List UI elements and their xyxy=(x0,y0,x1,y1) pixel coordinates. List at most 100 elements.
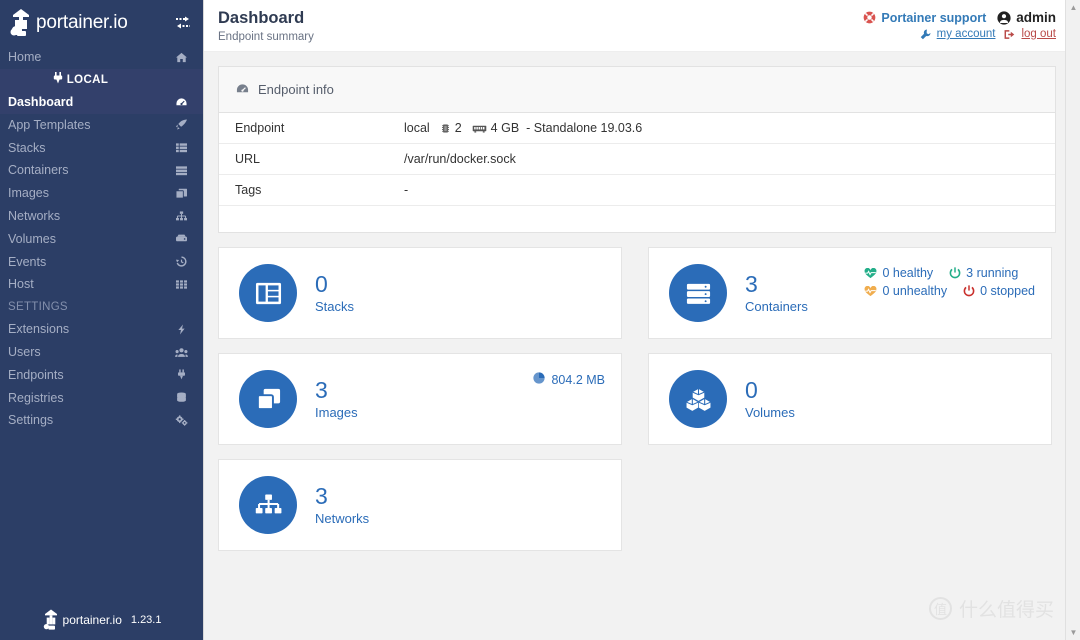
sidebar-item-label: Dashboard xyxy=(8,96,173,109)
card-stacks-count: 0 xyxy=(315,272,354,296)
content-area: Endpoint info Endpoint local xyxy=(204,52,1080,640)
card-volumes[interactable]: 0 Volumes xyxy=(648,353,1052,445)
card-images-text: 3 Images xyxy=(315,378,358,420)
portainer-logo-icon xyxy=(8,8,34,38)
heartbeat-icon xyxy=(864,268,877,279)
user-top-row: Portainer support admin xyxy=(863,10,1056,25)
sidebar-item-stacks[interactable]: Stacks xyxy=(0,136,203,159)
url-row-label: URL xyxy=(219,152,404,166)
sidebar-item-networks[interactable]: Networks xyxy=(0,205,203,228)
scroll-up-arrow-icon[interactable]: ▲ xyxy=(1066,0,1080,15)
status-healthy: 0 healthy xyxy=(864,266,933,280)
endpoint-info-panel: Endpoint info Endpoint local xyxy=(218,66,1056,233)
sidebar-section-settings: SETTINGS xyxy=(0,296,203,318)
endpoint-row: Endpoint local 2 xyxy=(219,113,1055,144)
tachometer-icon xyxy=(173,95,189,109)
plug-icon xyxy=(173,368,189,382)
sidebar-item-images[interactable]: Images xyxy=(0,182,203,205)
endpoint-version: - Standalone 19.03.6 xyxy=(526,121,642,135)
status-healthy-label: 0 healthy xyxy=(882,266,933,280)
sidebar-item-registries[interactable]: Registries xyxy=(0,386,203,409)
collapse-sidebar-icon[interactable] xyxy=(173,14,193,32)
card-stacks-label: Stacks xyxy=(315,299,354,314)
sidebar-item-endpoints[interactable]: Endpoints xyxy=(0,364,203,387)
endpoint-local-badge[interactable]: LOCAL xyxy=(0,69,203,91)
home-icon xyxy=(173,50,189,64)
container-status-group: 0 healthy 3 running xyxy=(864,248,1035,298)
images-icon xyxy=(239,370,297,428)
page-title: Dashboard xyxy=(218,8,314,29)
sidebar-item-label: Host xyxy=(8,278,173,291)
portainer-logo-icon xyxy=(42,609,60,631)
sidebar-item-label: Extensions xyxy=(8,323,173,336)
card-stacks[interactable]: 0 Stacks xyxy=(218,247,622,339)
sidebar-nav: Home LOCAL xyxy=(0,46,203,600)
heartbeat-icon xyxy=(864,286,877,297)
dashboard-cards: 0 Stacks xyxy=(218,247,1056,551)
page-scrollbar[interactable]: ▲ ▼ xyxy=(1065,0,1080,640)
card-volumes-text: 0 Volumes xyxy=(745,378,795,420)
bolt-icon xyxy=(173,322,189,336)
sidebar-item-label: Events xyxy=(8,256,173,269)
sidebar-item-home[interactable]: Home xyxy=(0,46,203,69)
images-total-size: 804.2 MB xyxy=(533,354,605,387)
th-icon xyxy=(173,278,189,292)
sidebar-item-settings[interactable]: Settings xyxy=(0,409,203,432)
sidebar-footer-brand: portainer.io xyxy=(63,613,122,627)
sidebar-item-label: Users xyxy=(8,346,173,359)
sidebar-item-label: Home xyxy=(8,51,173,64)
card-stacks-text: 0 Stacks xyxy=(315,272,354,314)
user-bottom-row: my account log out xyxy=(863,28,1056,40)
user-circle-icon xyxy=(997,11,1011,25)
endpoint-info-header: Endpoint info xyxy=(219,67,1055,113)
scroll-down-arrow-icon[interactable]: ▼ xyxy=(1066,625,1080,640)
status-running-label: 3 running xyxy=(966,266,1018,280)
page-heading-group: Dashboard Endpoint summary xyxy=(218,8,314,43)
sidebar-item-app-templates[interactable]: App Templates xyxy=(0,114,203,137)
sidebar-item-dashboard[interactable]: Dashboard xyxy=(0,91,203,114)
endpoint-cpu: 2 xyxy=(455,121,462,135)
sidebar-item-extensions[interactable]: Extensions xyxy=(0,318,203,341)
sidebar-item-host[interactable]: Host xyxy=(0,273,203,296)
sidebar-item-containers[interactable]: Containers xyxy=(0,159,203,182)
portainer-support-link[interactable]: Portainer support xyxy=(881,11,986,25)
card-networks[interactable]: 3 Networks xyxy=(218,459,622,551)
sidebar-item-users[interactable]: Users xyxy=(0,341,203,364)
sitemap-icon xyxy=(173,209,189,223)
panel-bottom-padding xyxy=(219,206,1055,232)
container-status-row: 0 healthy 3 running xyxy=(864,266,1035,280)
sidebar-footer-version: 1.23.1 xyxy=(131,614,162,626)
card-images-count: 3 xyxy=(315,378,358,402)
status-stopped-label: 0 stopped xyxy=(980,284,1035,298)
card-images[interactable]: 3 Images 804.2 MB xyxy=(218,353,622,445)
pie-chart-icon xyxy=(533,372,545,387)
card-containers[interactable]: 3 Containers xyxy=(648,247,1052,339)
users-icon xyxy=(173,345,189,359)
logout-link[interactable]: log out xyxy=(1021,28,1056,40)
brand-name: portainer.io xyxy=(36,12,173,34)
sidebar: portainer.io Home xyxy=(0,0,204,640)
sidebar-item-label: Stacks xyxy=(8,142,173,155)
sidebar-item-volumes[interactable]: Volumes xyxy=(0,228,203,251)
status-unhealthy-label: 0 unhealthy xyxy=(882,284,947,298)
sidebar-item-events[interactable]: Events xyxy=(0,250,203,273)
endpoint-memory: 4 GB xyxy=(491,121,520,135)
power-icon xyxy=(963,285,975,297)
endpoint-name: local xyxy=(404,121,430,135)
card-containers-count: 3 xyxy=(745,272,808,296)
my-account-link[interactable]: my account xyxy=(937,28,996,40)
history-icon xyxy=(173,255,189,269)
card-volumes-count: 0 xyxy=(745,378,795,402)
images-size-label: 804.2 MB xyxy=(551,373,605,387)
life-ring-icon xyxy=(863,11,876,24)
endpoint-local-label: LOCAL xyxy=(67,74,109,86)
rocket-icon xyxy=(173,118,189,132)
sidebar-item-label: Settings xyxy=(8,414,173,427)
url-row-value: /var/run/docker.sock xyxy=(404,152,516,166)
wrench-icon xyxy=(920,29,931,40)
endpoint-row-value: local 2 xyxy=(404,121,642,135)
scrollbar-thumb[interactable] xyxy=(1067,15,1080,315)
main-area: Dashboard Endpoint summary Portainer sup… xyxy=(204,0,1080,640)
page-subtitle: Endpoint summary xyxy=(218,31,314,43)
endpoint-info-title: Endpoint info xyxy=(258,82,334,97)
